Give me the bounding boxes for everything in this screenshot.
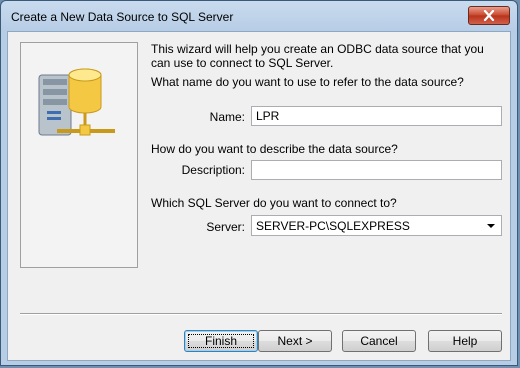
description-question: How do you want to describe the data sou… <box>151 142 398 156</box>
dialog-window: Create a New Data Source to SQL Server T… <box>0 0 518 366</box>
database-server-icon <box>38 68 115 136</box>
close-button[interactable] <box>468 6 510 25</box>
name-field[interactable] <box>251 106 502 126</box>
server-label: Server: <box>206 220 245 234</box>
help-button-label: Help <box>452 334 478 348</box>
title-bar: Create a New Data Source to SQL Server <box>1 1 517 31</box>
wizard-image-panel <box>20 42 138 268</box>
close-icon <box>483 10 495 21</box>
server-question: Which SQL Server do you want to connect … <box>151 196 397 210</box>
help-button[interactable]: Help <box>428 330 502 352</box>
next-button[interactable]: Next > <box>258 330 332 352</box>
name-label: Name: <box>209 110 245 124</box>
intro-text: This wizard will help you create an ODBC… <box>151 42 484 70</box>
server-value: SERVER-PC\SQLEXPRESS <box>256 219 410 233</box>
cancel-button[interactable]: Cancel <box>342 330 416 352</box>
window-title: Create a New Data Source to SQL Server <box>11 10 234 24</box>
dialog-client-area: This wizard will help you create an ODBC… <box>7 31 511 361</box>
description-label: Description: <box>181 163 245 177</box>
finish-button[interactable]: Finish <box>184 330 258 352</box>
description-field[interactable] <box>251 160 502 180</box>
cancel-button-label: Cancel <box>360 334 398 348</box>
server-combobox[interactable]: SERVER-PC\SQLEXPRESS <box>251 215 502 236</box>
name-question: What name do you want to use to refer to… <box>151 75 464 89</box>
focus-rect <box>188 334 254 348</box>
next-button-label: Next > <box>277 334 313 348</box>
divider <box>20 313 502 315</box>
dropdown-arrow-icon[interactable] <box>487 224 495 228</box>
